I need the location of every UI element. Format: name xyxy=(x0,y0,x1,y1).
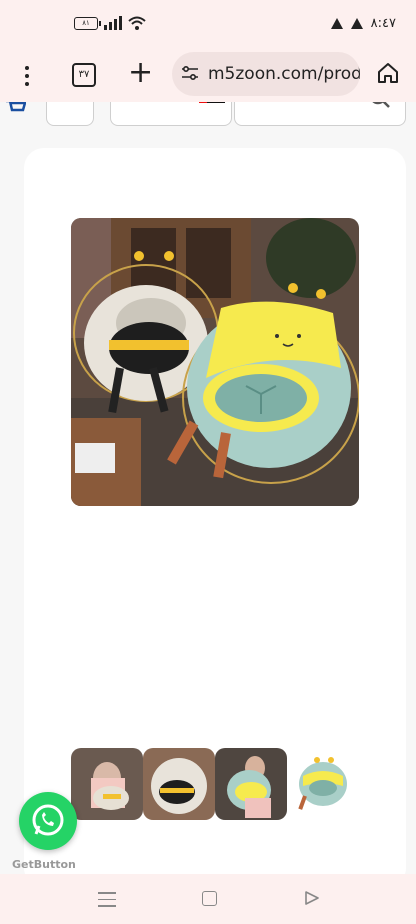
thumbnail-2[interactable] xyxy=(143,748,215,820)
system-nav-bar xyxy=(0,874,416,924)
whatsapp-icon xyxy=(32,804,64,836)
country-selector[interactable] xyxy=(110,102,232,126)
status-bar: ٨١ ٨:٤٧ xyxy=(0,0,416,52)
wifi-icon xyxy=(128,16,146,30)
getbutton-label[interactable]: GetButton xyxy=(12,858,76,871)
url-text[interactable]: m5zoon.com/prod xyxy=(208,64,360,84)
new-tab-button[interactable]: + xyxy=(128,58,153,88)
menu-dots-icon[interactable] xyxy=(22,64,32,90)
signal-icon xyxy=(104,16,122,30)
thumbnail-3[interactable] xyxy=(215,748,287,820)
recents-icon[interactable] xyxy=(98,892,116,908)
home-icon[interactable] xyxy=(376,61,400,85)
thumbnail-strip xyxy=(71,748,359,820)
product-main-image[interactable] xyxy=(71,218,359,506)
status-icons-left: ٨١ xyxy=(74,16,146,30)
thumbnail-4[interactable] xyxy=(287,748,359,820)
search-box[interactable] xyxy=(234,102,406,126)
browser-toolbar: ٣٧ + m5zoon.com/prod xyxy=(0,52,416,102)
home-nav-icon[interactable] xyxy=(202,891,217,906)
language-button[interactable] xyxy=(46,102,94,126)
notification-icon xyxy=(350,18,363,29)
web-page xyxy=(0,102,416,874)
back-icon[interactable] xyxy=(305,891,319,905)
thumbnail-1[interactable] xyxy=(71,748,143,820)
search-icon[interactable] xyxy=(369,102,391,109)
cart-icon[interactable] xyxy=(6,102,26,114)
site-header xyxy=(0,102,416,126)
tab-switcher-button[interactable]: ٣٧ xyxy=(72,63,96,87)
product-gallery-card xyxy=(24,148,406,874)
address-bar[interactable]: m5zoon.com/prod xyxy=(172,52,360,96)
battery-icon: ٨١ xyxy=(74,16,101,30)
site-settings-icon[interactable] xyxy=(182,66,198,80)
flag-icon xyxy=(199,102,225,103)
whatsapp-button[interactable] xyxy=(19,792,77,850)
status-icons-right: ٨:٤٧ xyxy=(330,16,396,31)
notification-icon xyxy=(330,18,343,29)
clock: ٨:٤٧ xyxy=(370,16,396,31)
